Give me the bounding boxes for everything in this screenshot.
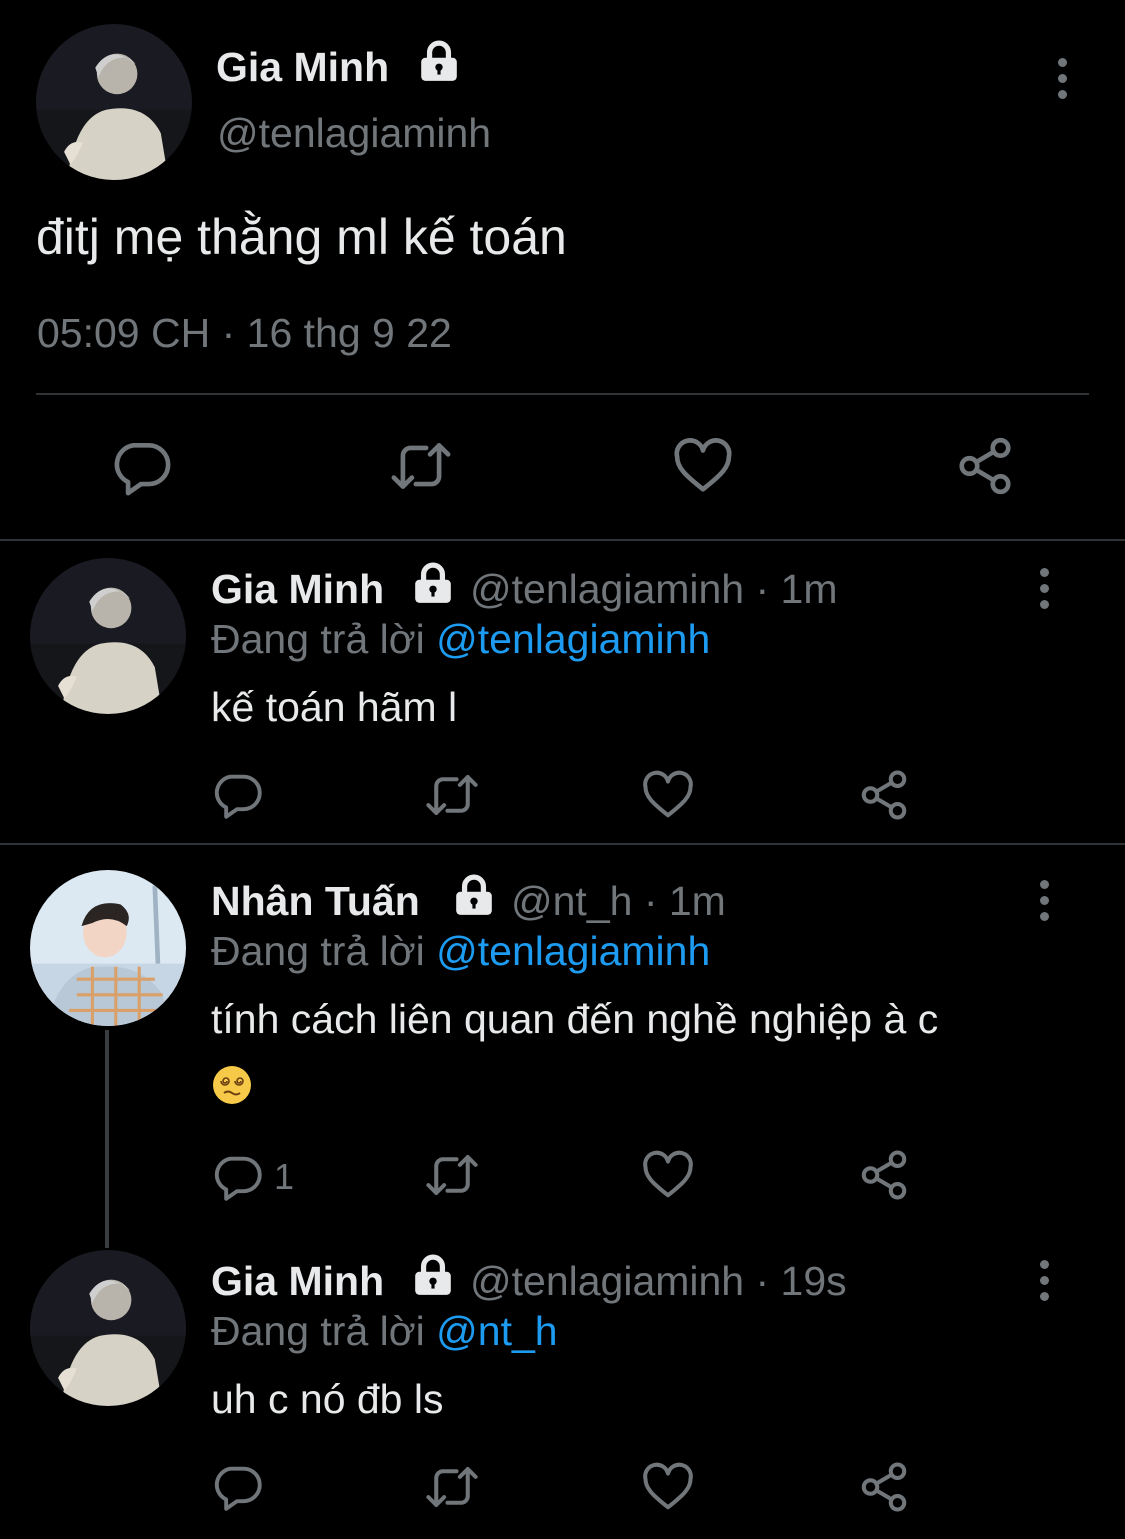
- replying-to: Đang trả lời @nt_h: [211, 1308, 558, 1355]
- avatar[interactable]: [30, 1250, 186, 1406]
- avatar[interactable]: [36, 24, 192, 180]
- author-name[interactable]: Gia Minh: [211, 1258, 384, 1305]
- replying-label: Đang trả lời: [211, 1308, 425, 1354]
- lock-icon: [452, 874, 496, 918]
- thread-line: [105, 1030, 109, 1248]
- reply-icon[interactable]: [211, 768, 263, 820]
- avatar[interactable]: [30, 558, 186, 714]
- retweet-icon[interactable]: [425, 1460, 479, 1514]
- author-handle[interactable]: @nt_h: [511, 878, 632, 924]
- retweet-icon[interactable]: [425, 1148, 479, 1202]
- replying-to: Đang trả lời @tenlagiaminh: [211, 928, 710, 975]
- retweet-icon[interactable]: [425, 768, 479, 822]
- more-icon[interactable]: [1038, 880, 1050, 928]
- author-handle[interactable]: @tenlagiaminh: [217, 110, 491, 157]
- tweet-time: · 19s: [755, 1258, 847, 1304]
- like-icon[interactable]: [641, 1460, 695, 1514]
- replying-label: Đang trả lời: [211, 928, 425, 974]
- share-icon[interactable]: [857, 1148, 911, 1202]
- replying-to: Đang trả lời @tenlagiaminh: [211, 616, 710, 663]
- share-icon[interactable]: [954, 435, 1016, 497]
- lock-icon: [417, 40, 461, 84]
- author-name[interactable]: Nhân Tuấn: [211, 878, 420, 925]
- reply-icon[interactable]: [211, 1460, 263, 1512]
- like-icon[interactable]: [672, 435, 734, 497]
- tweet-time: · 1m: [755, 566, 838, 612]
- author-name[interactable]: Gia Minh: [216, 44, 389, 91]
- divider: [36, 393, 1089, 395]
- tweet-time: · 1m: [643, 878, 726, 924]
- reply-icon[interactable]: [110, 435, 172, 497]
- replying-handle[interactable]: @tenlagiaminh: [436, 928, 710, 974]
- dizzy-face-emoji: [213, 1066, 251, 1104]
- author-handle[interactable]: @tenlagiaminh: [470, 566, 744, 612]
- replying-label: Đang trả lời: [211, 616, 425, 662]
- more-icon[interactable]: [1056, 58, 1068, 106]
- share-icon[interactable]: [857, 768, 911, 822]
- avatar[interactable]: [30, 870, 186, 1026]
- more-icon[interactable]: [1038, 568, 1050, 616]
- replying-handle[interactable]: @tenlagiaminh: [436, 616, 710, 662]
- tweet-text: uh c nó đb ls: [211, 1376, 444, 1422]
- tweet-text: tính cách liên quan đến nghề nghiệp à c: [211, 996, 939, 1042]
- divider: [0, 539, 1125, 541]
- handle-line: @tenlagiaminh · 19s: [470, 1258, 847, 1305]
- handle-line: @tenlagiaminh · 1m: [470, 566, 838, 613]
- more-icon[interactable]: [1038, 1260, 1050, 1308]
- replying-handle[interactable]: @nt_h: [436, 1308, 557, 1354]
- lock-icon: [411, 562, 455, 606]
- reply-icon[interactable]: [211, 1150, 263, 1202]
- like-icon[interactable]: [641, 768, 695, 822]
- reply-count: 1: [274, 1156, 295, 1197]
- retweet-icon[interactable]: [390, 435, 452, 497]
- tweet-text: kế toán hãm l: [211, 684, 458, 730]
- tweet-timestamp: 05:09 CH · 16 thg 9 22: [37, 310, 452, 356]
- lock-icon: [411, 1254, 455, 1298]
- like-icon[interactable]: [641, 1148, 695, 1202]
- divider: [0, 843, 1125, 845]
- author-name[interactable]: Gia Minh: [211, 566, 384, 613]
- author-handle[interactable]: @tenlagiaminh: [470, 1258, 744, 1304]
- share-icon[interactable]: [857, 1460, 911, 1514]
- handle-line: @nt_h · 1m: [511, 878, 726, 925]
- tweet-text: đitj mẹ thằng ml kế toán: [36, 209, 567, 265]
